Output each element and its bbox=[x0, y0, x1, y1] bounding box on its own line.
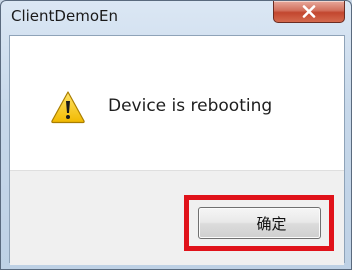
dialog-window: ClientDemoEn Device is rebooting 确定 bbox=[0, 0, 352, 270]
dialog-body: Device is rebooting 确定 bbox=[9, 35, 345, 265]
close-button[interactable] bbox=[273, 1, 345, 23]
warning-icon bbox=[50, 90, 86, 124]
dialog-message: Device is rebooting bbox=[108, 96, 273, 116]
title-bar[interactable]: ClientDemoEn bbox=[1, 1, 351, 35]
close-icon bbox=[302, 5, 316, 18]
button-bar: 确定 bbox=[10, 170, 344, 265]
message-area: Device is rebooting bbox=[10, 36, 344, 170]
ok-button-label: 确定 bbox=[256, 214, 287, 233]
window-title: ClientDemoEn bbox=[11, 7, 118, 25]
ok-button[interactable]: 确定 bbox=[198, 207, 321, 239]
